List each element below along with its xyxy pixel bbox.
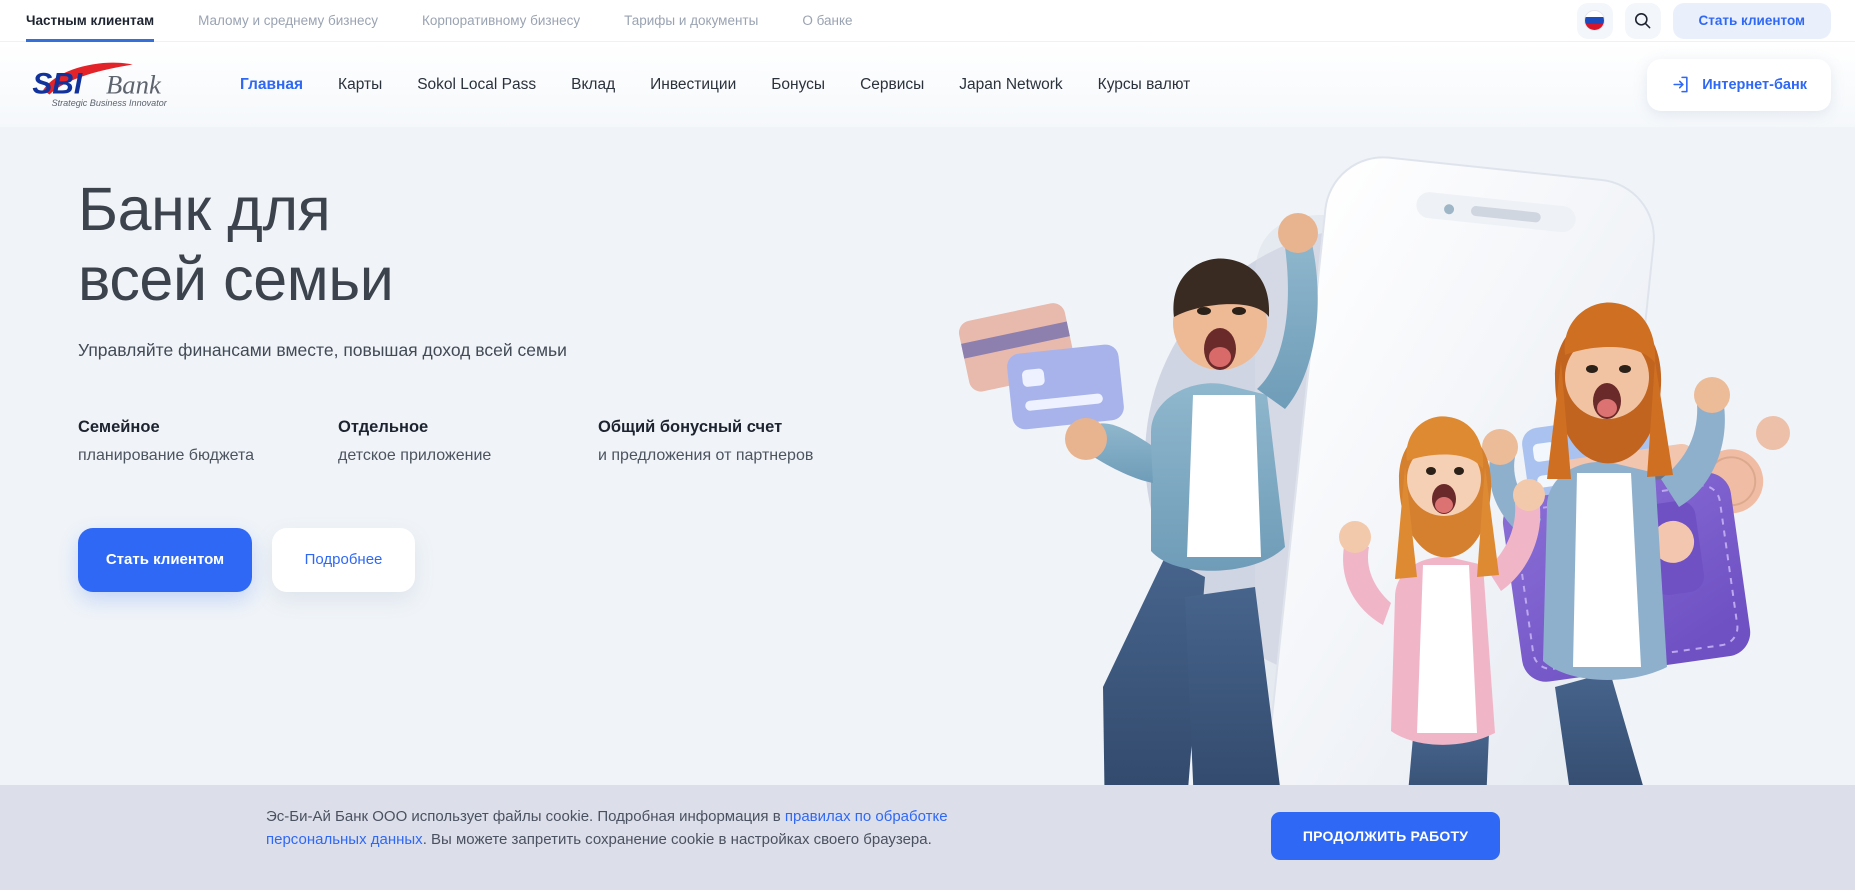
hero-features: Семейное планирование бюджета Отдельное … (78, 418, 858, 468)
nav-item-deposit[interactable]: Вклад (571, 76, 615, 94)
top-utility-bar: Частным клиентам Малому и среднему бизне… (0, 0, 1855, 42)
page-root: Частным клиентам Малому и среднему бизне… (0, 0, 1855, 890)
nav-item-japan-network[interactable]: Japan Network (959, 76, 1062, 94)
nav-item-exchange-rates[interactable]: Курсы валют (1098, 76, 1191, 94)
hero-section: Банк для всей семьи Управляйте финансами… (0, 127, 1855, 827)
internet-bank-button[interactable]: Интернет-банк (1647, 58, 1831, 111)
sbi-bank-logo[interactable]: SBI Bank Strategic Business Innovator (26, 57, 186, 113)
tab-private-clients[interactable]: Частным клиентам (26, 0, 155, 42)
primary-nav: Главная Карты Sokol Local Pass Вклад Инв… (240, 76, 1190, 94)
internet-bank-label: Интернет-банк (1702, 76, 1807, 93)
feature-text: и предложения от партнеров (598, 447, 814, 465)
russian-flag-icon (1584, 10, 1606, 31)
cookie-accept-button[interactable]: ПРОДОЛЖИТЬ РАБОТУ (1271, 812, 1500, 860)
become-client-button-top[interactable]: Стать клиентом (1672, 2, 1831, 39)
feature-text: детское приложение (338, 447, 492, 465)
nav-item-home[interactable]: Главная (240, 76, 303, 94)
feature-item: Отдельное детское приложение (338, 418, 598, 468)
cookie-text-part2: . Вы можете запретить сохранение cookie … (422, 831, 932, 849)
become-client-button-hero[interactable]: Стать клиентом (78, 527, 252, 592)
nav-item-cards[interactable]: Карты (338, 76, 382, 94)
tab-label: Тарифы и документы (624, 13, 759, 28)
hero-title: Банк для всей семьи (78, 175, 394, 313)
nav-item-investments[interactable]: Инвестиции (650, 76, 736, 94)
feature-title: Семейное (78, 418, 160, 437)
hero-illustration (958, 156, 1790, 827)
main-header: SBI Bank Strategic Business Innovator Гл… (0, 42, 1855, 127)
floating-card-blue (1007, 344, 1124, 430)
coin-tiny (1756, 416, 1790, 450)
language-switcher[interactable] (1576, 2, 1613, 39)
svg-text:SBI: SBI (32, 67, 82, 100)
hero-copy: Банк для всей семьи Управляйте финансами… (78, 175, 858, 592)
top-actions: Стать клиентом (1576, 2, 1831, 39)
search-button[interactable] (1624, 2, 1661, 39)
learn-more-button[interactable]: Подробнее (272, 527, 415, 592)
tab-about-bank[interactable]: О банке (802, 0, 852, 42)
search-icon (1634, 12, 1651, 29)
feature-item: Общий бонусный счет и предложения от пар… (598, 418, 858, 468)
nav-item-sokol-local-pass[interactable]: Sokol Local Pass (417, 76, 536, 94)
tab-label: О банке (802, 13, 853, 28)
tab-label: Частным клиентам (26, 13, 155, 28)
feature-title: Общий бонусный счет (598, 418, 783, 437)
svg-text:Strategic Business Innovator: Strategic Business Innovator (52, 98, 168, 108)
tab-label: Малому и среднему бизнесу (198, 13, 378, 28)
logo-icon: SBI Bank Strategic Business Innovator (32, 62, 168, 108)
cookie-notice-text: Эс-Би-Ай Банк ООО использует файлы cooki… (266, 805, 966, 852)
tab-tariffs-documents[interactable]: Тарифы и документы (624, 0, 758, 42)
tab-sme[interactable]: Малому и среднему бизнесу (198, 0, 378, 42)
feature-title: Отдельное (338, 418, 429, 437)
hero-subtitle: Управляйте финансами вместе, повышая дох… (78, 340, 567, 361)
svg-text:Bank: Bank (106, 69, 162, 99)
cookie-text-part1: Эс-Би-Ай Банк ООО использует файлы cooki… (266, 808, 785, 825)
tab-corporate[interactable]: Корпоративному бизнесу (422, 0, 580, 42)
nav-item-services[interactable]: Сервисы (860, 76, 924, 94)
hero-cta-row: Стать клиентом Подробнее (78, 527, 858, 592)
audience-tabs: Частным клиентам Малому и среднему бизне… (26, 0, 897, 42)
cookie-consent-bar: Эс-Би-Ай Банк ООО использует файлы cooki… (0, 785, 1855, 890)
feature-text: планирование бюджета (78, 447, 255, 465)
tab-label: Корпоративному бизнесу (421, 13, 581, 28)
login-arrow-icon (1673, 76, 1688, 93)
feature-item: Семейное планирование бюджета (78, 418, 338, 468)
nav-item-bonuses[interactable]: Бонусы (771, 76, 825, 94)
